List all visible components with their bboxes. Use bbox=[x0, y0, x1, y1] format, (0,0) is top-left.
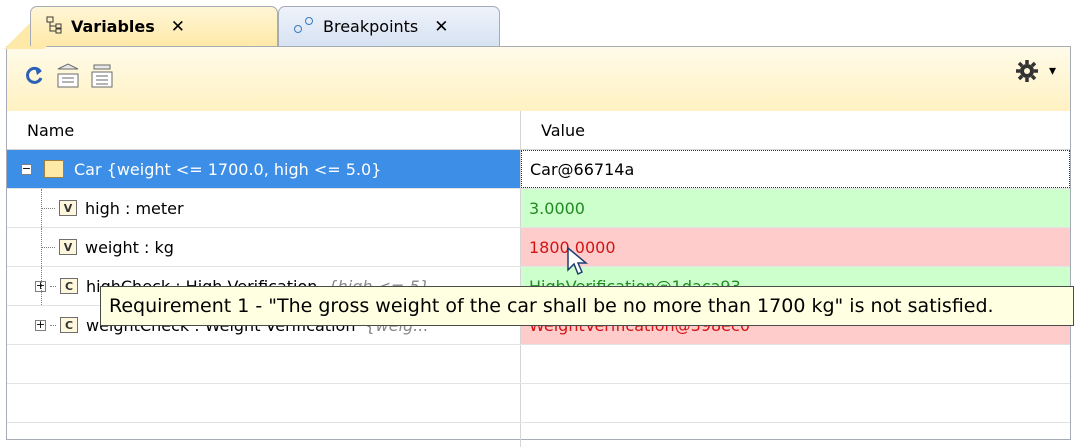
column-header-name[interactable]: Name bbox=[7, 111, 521, 149]
tab-variables-label: Variables bbox=[71, 17, 155, 36]
variable-icon: V bbox=[59, 239, 77, 255]
row-value: 3.0000 bbox=[521, 189, 1070, 227]
class-icon bbox=[44, 160, 64, 178]
collapse-all-button[interactable] bbox=[89, 61, 115, 91]
expand-all-button[interactable] bbox=[55, 61, 81, 91]
collapse-all-icon bbox=[91, 64, 113, 88]
class-instance-icon: C bbox=[60, 317, 78, 333]
tab-variables[interactable]: Variables ✕ bbox=[30, 6, 278, 46]
toolbar: ▾ bbox=[7, 47, 1070, 112]
requirement-tooltip: Requirement 1 - "The gross weight of the… bbox=[100, 286, 1074, 326]
expand-all-icon bbox=[57, 63, 79, 88]
tab-strip: Variables ✕ Breakpoints ✕ bbox=[0, 0, 1077, 49]
variable-icon: V bbox=[59, 200, 77, 216]
class-instance-icon: C bbox=[60, 278, 78, 294]
refresh-icon bbox=[26, 66, 43, 84]
refresh-button[interactable] bbox=[21, 61, 47, 91]
row-name: weight : kg bbox=[85, 237, 174, 257]
variables-panel: ▾ Name Value − Car {weight <= 1700.0, hi… bbox=[6, 46, 1071, 447]
row-value: Car@66714a bbox=[521, 150, 1070, 188]
table-row[interactable]: − Car {weight <= 1700.0, high <= 5.0} Ca… bbox=[7, 150, 1070, 189]
tab-breakpoints-label: Breakpoints bbox=[323, 17, 419, 36]
tab-breakpoints-close-icon[interactable]: ✕ bbox=[434, 17, 448, 37]
tab-breakpoints[interactable]: Breakpoints ✕ bbox=[278, 6, 500, 46]
chevron-down-icon: ▾ bbox=[1048, 63, 1056, 79]
empty-row bbox=[7, 345, 1070, 384]
row-value: 1800.0000 bbox=[521, 228, 1070, 266]
table-row[interactable]: V weight : kg 1800.0000 bbox=[7, 228, 1070, 267]
breakpoints-icon bbox=[293, 16, 315, 38]
empty-row bbox=[7, 384, 1070, 423]
row-name: Car {weight <= 1700.0, high <= 5.0} bbox=[74, 159, 382, 179]
table-row[interactable]: V high : meter 3.0000 bbox=[7, 189, 1070, 228]
column-header-value[interactable]: Value bbox=[521, 111, 585, 149]
tab-variables-close-icon[interactable]: ✕ bbox=[171, 17, 185, 37]
collapse-icon[interactable]: − bbox=[21, 163, 32, 175]
expand-icon[interactable]: + bbox=[35, 319, 46, 331]
table-header: Name Value bbox=[7, 111, 1070, 150]
empty-row bbox=[7, 423, 1070, 447]
row-name: high : meter bbox=[85, 198, 184, 218]
gear-icon bbox=[1015, 60, 1038, 82]
options-menu-button[interactable]: ▾ bbox=[1015, 59, 1056, 83]
mouse-cursor-icon bbox=[566, 246, 592, 280]
variables-icon bbox=[45, 16, 63, 38]
variables-table: Name Value − Car {weight <= 1700.0, high… bbox=[7, 111, 1070, 447]
